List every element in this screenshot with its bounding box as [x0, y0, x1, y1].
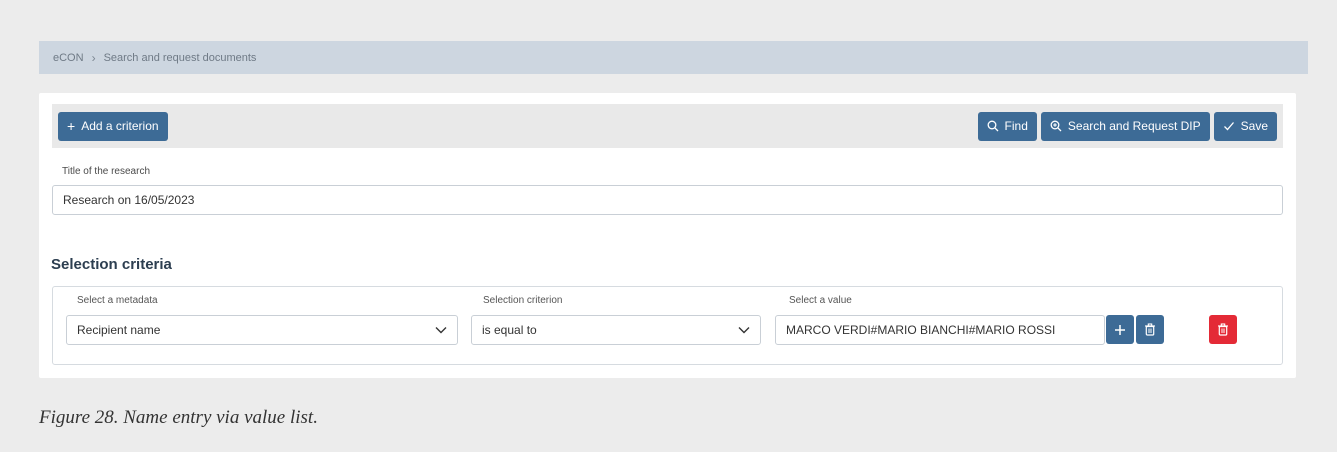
breadcrumb: eCON › Search and request documents	[39, 41, 1308, 74]
add-criterion-button[interactable]: + Add a criterion	[58, 111, 168, 141]
search-request-dip-button[interactable]: Search and Request DIP	[1040, 111, 1210, 141]
figure-caption: Figure 28. Name entry via value list.	[39, 407, 318, 428]
selection-criteria-heading: Selection criteria	[51, 256, 172, 273]
find-label: Find	[1004, 119, 1028, 133]
breadcrumb-separator: ›	[91, 50, 96, 65]
value-input[interactable]: MARCO VERDI#MARIO BIANCHI#MARIO ROSSI	[775, 315, 1105, 345]
delete-value-button[interactable]	[1136, 315, 1164, 344]
metadata-label: Select a metadata	[77, 295, 158, 306]
search-panel: + Add a criterion Find Search and Reques…	[39, 93, 1296, 378]
value-input-text: MARCO VERDI#MARIO BIANCHI#MARIO ROSSI	[786, 323, 1056, 337]
value-label: Select a value	[789, 295, 852, 306]
trash-icon	[1145, 323, 1155, 336]
find-button[interactable]: Find	[977, 111, 1037, 141]
chevron-down-icon	[738, 327, 750, 334]
toolbar: + Add a criterion Find Search and Reques…	[52, 104, 1283, 148]
breadcrumb-root[interactable]: eCON	[53, 52, 84, 64]
add-criterion-label: Add a criterion	[81, 119, 159, 133]
save-button[interactable]: Save	[1213, 111, 1277, 141]
add-value-button[interactable]	[1106, 315, 1134, 344]
delete-criterion-button[interactable]	[1209, 315, 1237, 344]
metadata-select-value: Recipient name	[77, 323, 161, 337]
research-title-input[interactable]	[52, 185, 1283, 215]
chevron-down-icon	[435, 327, 447, 334]
plus-icon	[1115, 324, 1125, 335]
trash-icon	[1218, 323, 1228, 336]
criterion-row: Select a metadata Selection criterion Se…	[52, 286, 1283, 365]
search-icon	[987, 120, 999, 132]
breadcrumb-current: Search and request documents	[103, 51, 257, 64]
research-title-label: Title of the research	[62, 166, 151, 177]
metadata-select[interactable]: Recipient name	[66, 315, 458, 345]
criterion-select[interactable]: is equal to	[471, 315, 761, 345]
criterion-label: Selection criterion	[483, 295, 563, 306]
zoom-in-icon	[1050, 120, 1062, 132]
criterion-select-value: is equal to	[482, 323, 537, 337]
toolbar-actions: Find Search and Request DIP Save	[977, 111, 1277, 141]
save-label: Save	[1240, 119, 1268, 133]
search-request-label: Search and Request DIP	[1067, 119, 1201, 133]
check-icon	[1223, 122, 1234, 131]
plus-icon: +	[67, 118, 76, 134]
